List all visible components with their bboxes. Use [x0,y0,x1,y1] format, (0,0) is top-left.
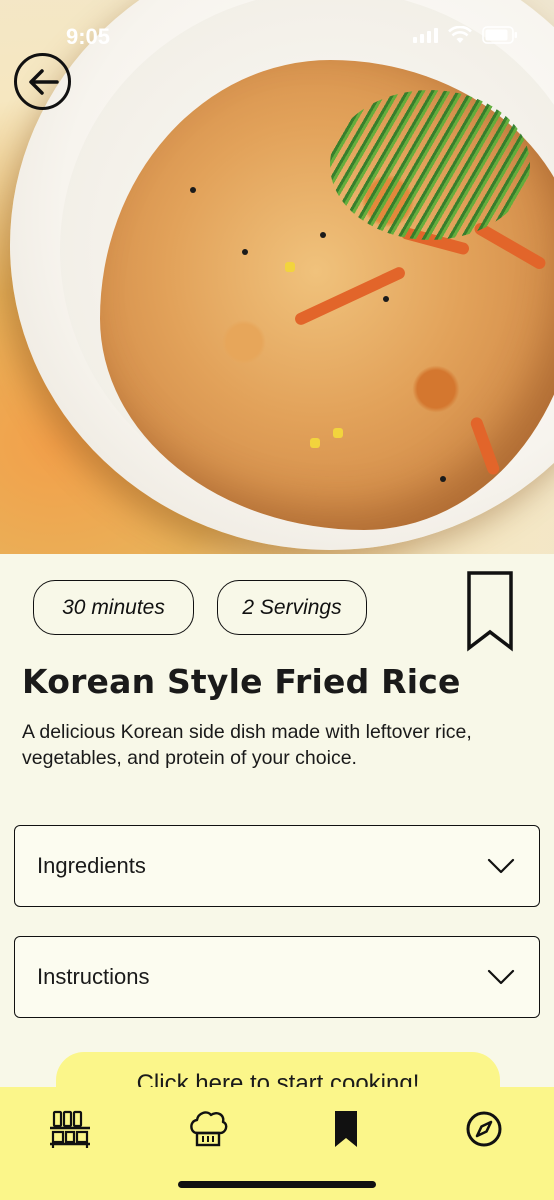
sesame-seed [440,476,446,482]
compass-icon [466,1111,502,1147]
tab-chef[interactable] [184,1105,232,1153]
tab-saved[interactable] [322,1105,370,1153]
sesame-seed [320,232,326,238]
wifi-icon [448,26,472,43]
home-indicator[interactable] [178,1181,376,1188]
cook-time-badge: 30 minutes [33,580,194,635]
ingredients-accordion[interactable]: Ingredients [14,825,540,907]
recipe-description: A delicious Korean side dish made with l… [22,721,472,769]
battery-icon [482,26,517,44]
corn-kernel [310,438,320,448]
bookmark-button[interactable] [466,570,514,652]
corn-kernel [333,428,343,438]
arrow-left-icon [28,68,59,95]
chef-hat-icon [190,1111,228,1147]
pantry-shelf-icon [50,1110,90,1148]
instructions-accordion[interactable]: Instructions [14,936,540,1018]
chevron-down-icon [487,969,515,985]
chevron-down-icon [487,858,515,874]
corn-kernel [285,262,295,272]
sesame-seed [190,187,196,193]
instructions-label: Instructions [37,964,150,989]
green-onion-garnish [330,90,530,240]
status-bar: 9:05 [0,0,554,74]
bookmark-icon [335,1111,357,1147]
recipe-hero-image [0,0,554,554]
sesame-seed [383,296,389,302]
servings-badge: 2 Servings [217,580,367,635]
back-button[interactable] [14,53,71,110]
status-time: 9:05 [66,24,111,49]
sesame-seed [242,249,248,255]
recipe-title: Korean Style Fried Rice [22,662,461,701]
tab-pantry[interactable] [46,1105,94,1153]
cellular-signal-icon [413,27,438,43]
ingredients-label: Ingredients [37,853,146,878]
status-icons [413,26,518,44]
tab-explore[interactable] [460,1105,508,1153]
